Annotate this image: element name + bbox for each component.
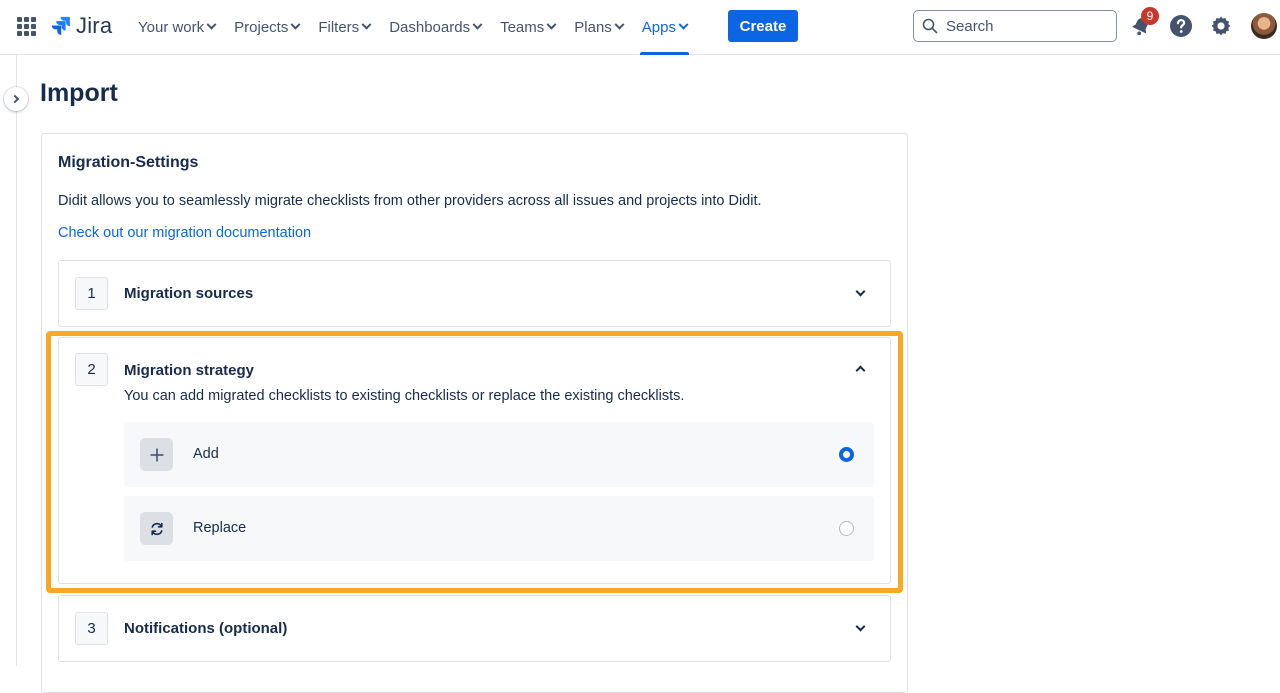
- card-title: Migration-Settings: [58, 154, 199, 171]
- app-switcher-grid-icon[interactable]: [17, 17, 36, 36]
- nav-label: Dashboards: [389, 19, 471, 36]
- page-title: Import: [40, 79, 118, 107]
- logo-text: Jira: [76, 13, 113, 38]
- plus-icon: [140, 438, 173, 471]
- migration-settings-card: Migration-Settings Didit allows you to s…: [41, 133, 908, 693]
- migration-documentation-link[interactable]: Check out our migration documentation: [58, 225, 311, 241]
- nav-label: Plans: [574, 19, 612, 36]
- chevron-down-icon[interactable]: [855, 621, 866, 632]
- nav-projects[interactable]: Projects: [234, 0, 301, 55]
- step-description: You can add migrated checklists to exist…: [124, 388, 685, 404]
- primary-nav: Your work Projects Filters Dashboards Te…: [138, 0, 706, 55]
- step-number: 1: [75, 277, 108, 310]
- nav-label: Filters: [318, 19, 360, 36]
- user-avatar[interactable]: [1251, 13, 1277, 39]
- settings-button[interactable]: [1208, 13, 1234, 39]
- chevron-down-icon: [472, 19, 483, 30]
- nav-label: Apps: [641, 19, 676, 36]
- step-migration-sources[interactable]: 1 Migration sources: [58, 260, 891, 327]
- chevron-down-icon: [614, 19, 625, 30]
- strategy-option-add[interactable]: Add: [124, 422, 874, 487]
- radio-add[interactable]: [839, 447, 854, 462]
- chevron-down-icon: [361, 19, 372, 30]
- chevron-down-icon: [290, 19, 301, 30]
- nav-label: Your work: [138, 19, 205, 36]
- jira-logo[interactable]: Jira: [49, 13, 112, 39]
- option-label: Add: [193, 446, 219, 462]
- nav-dashboards[interactable]: Dashboards: [389, 0, 483, 55]
- top-navigation: Jira Your work Projects Filters Dashboar…: [0, 0, 1280, 55]
- option-label: Replace: [193, 520, 247, 536]
- step-notifications[interactable]: 3 Notifications (optional): [58, 595, 891, 662]
- nav-plans[interactable]: Plans: [574, 0, 625, 55]
- chevron-down-icon: [546, 19, 557, 30]
- step-number: 3: [75, 612, 108, 645]
- step-migration-strategy: 2 Migration strategy You can add migrate…: [58, 337, 891, 584]
- nav-filters[interactable]: Filters: [318, 0, 372, 55]
- refresh-icon: [140, 512, 173, 545]
- chevron-down-icon: [678, 19, 689, 30]
- step-title: Migration sources: [124, 285, 254, 302]
- search-box[interactable]: [913, 10, 1117, 42]
- create-button[interactable]: Create: [728, 10, 798, 42]
- search-icon: [922, 18, 938, 34]
- radio-replace[interactable]: [839, 521, 854, 536]
- help-icon: [1170, 15, 1192, 37]
- gear-icon: [1211, 16, 1231, 36]
- help-button[interactable]: [1168, 13, 1194, 39]
- step-title[interactable]: Migration strategy: [124, 362, 254, 379]
- card-description: Didit allows you to seamlessly migrate c…: [58, 193, 762, 209]
- notification-count-badge: 9: [1141, 7, 1159, 25]
- strategy-option-replace[interactable]: Replace: [124, 496, 874, 561]
- chevron-up-icon[interactable]: [855, 365, 866, 376]
- nav-teams[interactable]: Teams: [500, 0, 557, 55]
- nav-apps[interactable]: Apps: [639, 0, 690, 55]
- step-title: Notifications (optional): [124, 620, 288, 637]
- jira-logo-icon: [51, 16, 70, 35]
- nav-label: Teams: [500, 19, 545, 36]
- step-number: 2: [75, 353, 108, 386]
- chevron-down-icon: [206, 19, 217, 30]
- chevron-right-icon: [10, 94, 20, 104]
- expand-sidebar-button[interactable]: [4, 87, 28, 111]
- sidebar-border: [16, 55, 17, 666]
- nav-your-work[interactable]: Your work: [138, 0, 217, 55]
- chevron-down-icon[interactable]: [855, 286, 866, 297]
- search-input[interactable]: [946, 17, 1106, 35]
- nav-label: Projects: [234, 19, 289, 36]
